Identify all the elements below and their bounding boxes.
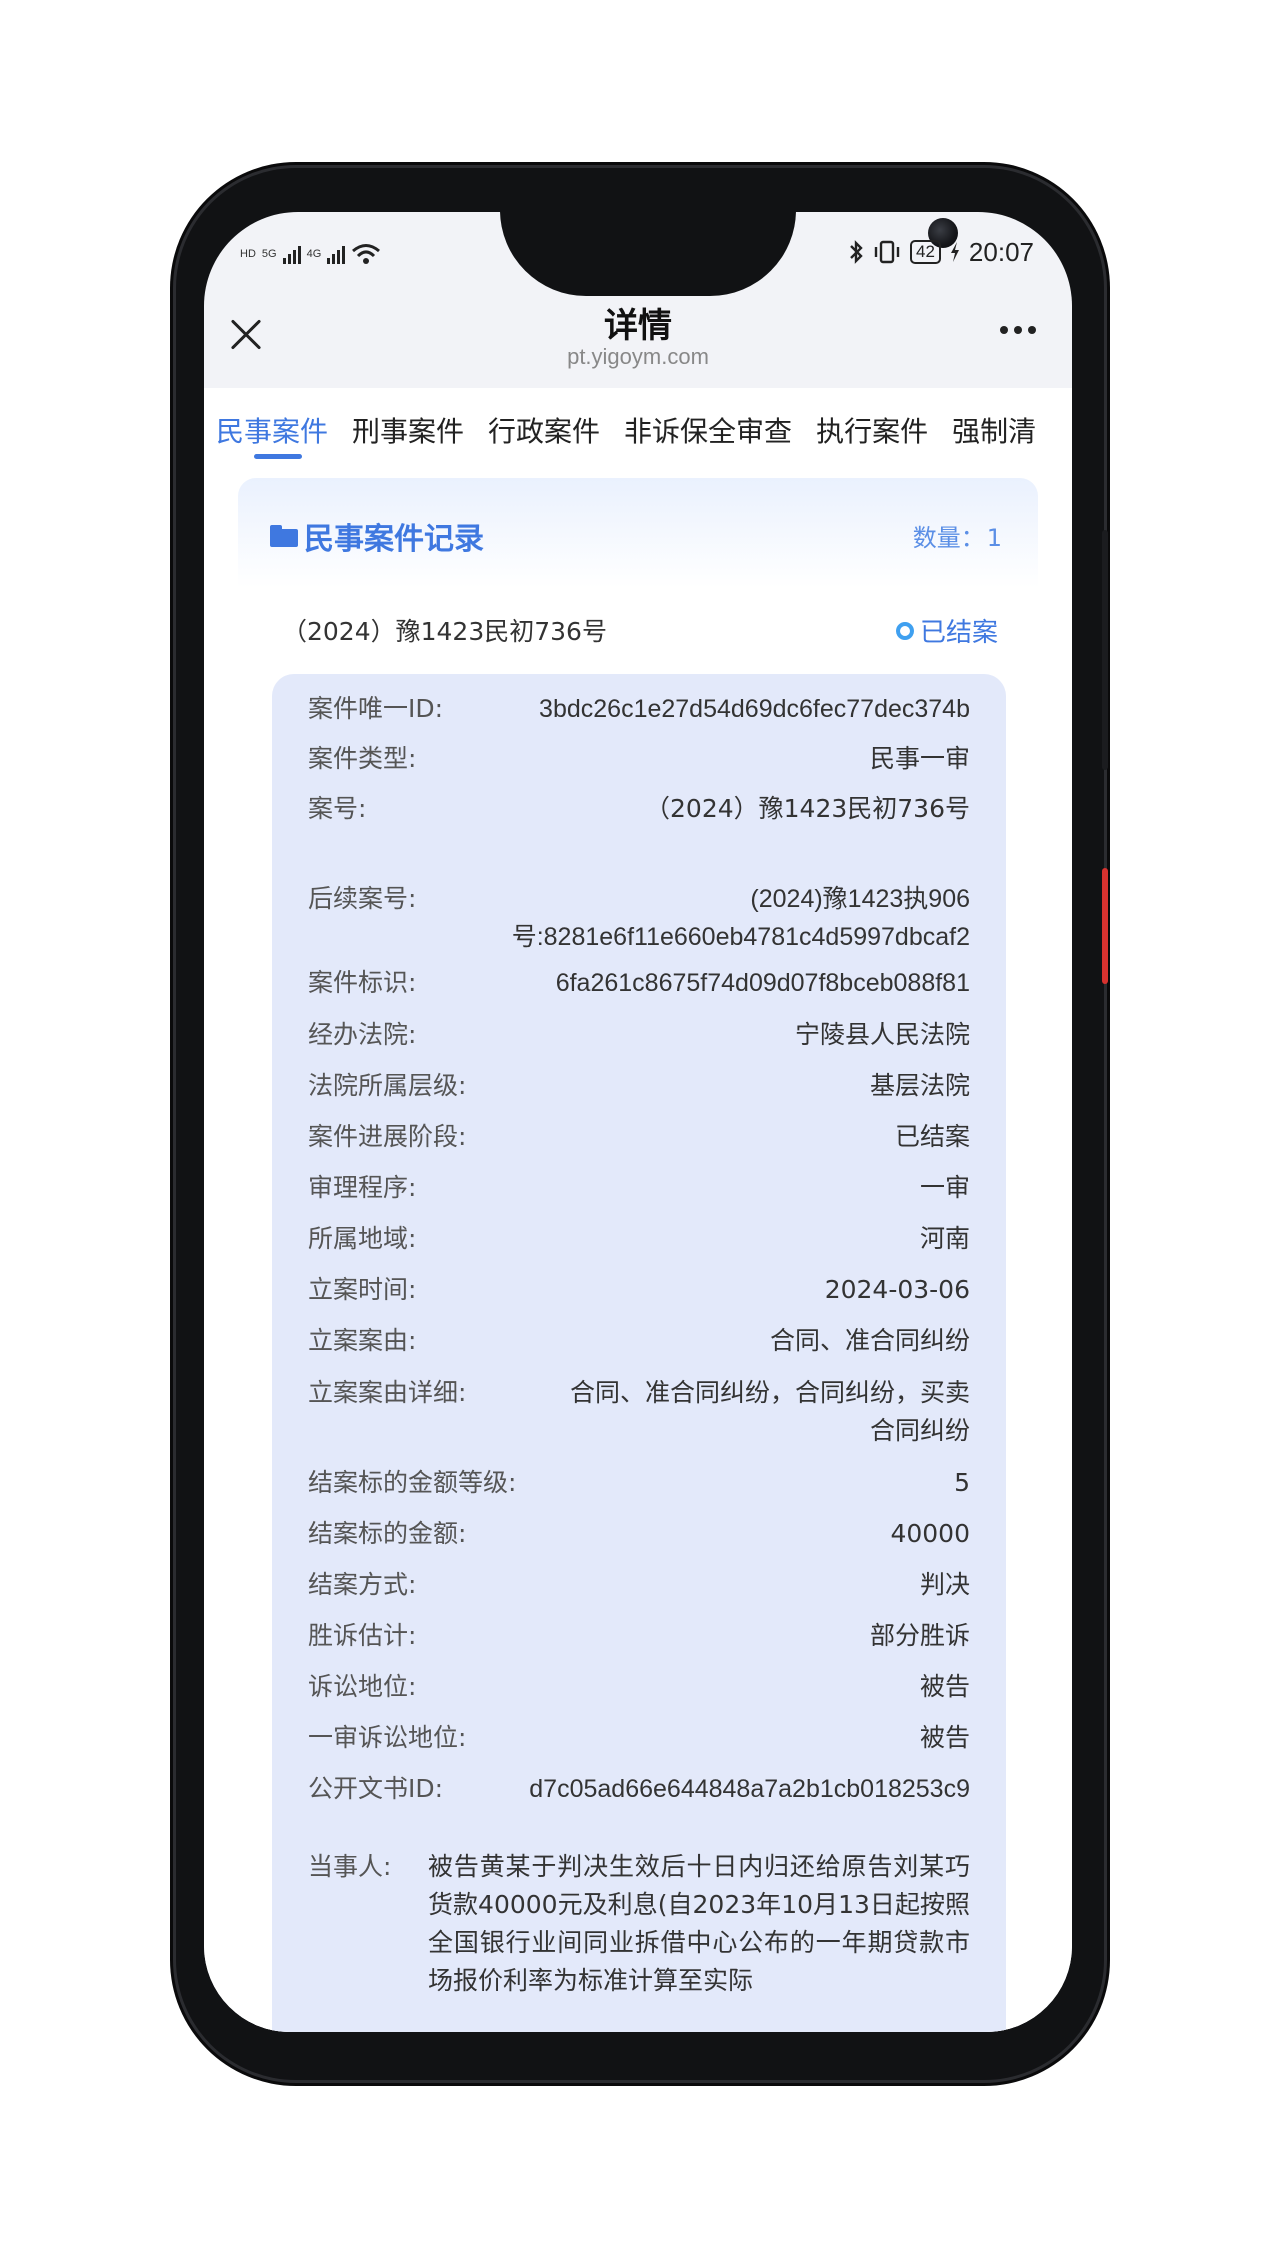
detail-row: 后续案号: (2024)豫1423执906号:8281e6f11e660eb478… bbox=[308, 884, 970, 951]
detail-row: 结案标的金额: 40000 bbox=[308, 1519, 970, 1548]
tab-administrative[interactable]: 行政案件 bbox=[488, 410, 600, 450]
detail-row: 审理程序: 一审 bbox=[308, 1173, 970, 1202]
detail-row: 立案案由详细: 合同、准合同纠纷，合同纠纷，买卖合同纠纷 bbox=[308, 1378, 971, 1445]
detail-row: 经办法院: 宁陵县人民法院 bbox=[308, 1020, 970, 1049]
case-record-card: 民事案件记录 数量：1 （2024）豫1423民初736号 已结案 案件唯一ID… bbox=[238, 478, 1038, 2032]
folder-icon bbox=[270, 525, 298, 547]
card-title: 民事案件记录 bbox=[304, 522, 484, 557]
detail-row: 结案标的金额等级: 5 bbox=[308, 1468, 970, 1497]
detail-row: 案件标识: 6fa261c8675f74d09d07f8bceb088f81 bbox=[308, 968, 970, 997]
more-icon[interactable] bbox=[1000, 326, 1036, 334]
detail-row: 立案案由: 合同、准合同纠纷 bbox=[308, 1326, 970, 1355]
detail-row: 法院所属层级: 基层法院 bbox=[308, 1071, 970, 1100]
detail-row: 案号: （2024）豫1423民初736号 bbox=[308, 794, 970, 823]
detail-row: 一审诉讼地位: 被告 bbox=[308, 1723, 970, 1752]
tab-criminal[interactable]: 刑事案件 bbox=[352, 410, 464, 450]
4g-tag: 4G bbox=[306, 248, 322, 260]
tab-compulsory[interactable]: 强制清 bbox=[952, 410, 1036, 450]
tab-bar: 民事案件 刑事案件 行政案件 非诉保全审查 执行案件 强制清 bbox=[204, 388, 1072, 468]
signal-icon-2 bbox=[327, 244, 346, 264]
main-content: 民事案件记录 数量：1 （2024）豫1423民初736号 已结案 案件唯一ID… bbox=[204, 468, 1072, 2032]
detail-row: 诉讼地位: 被告 bbox=[308, 1672, 970, 1701]
record-count: 数量：1 bbox=[912, 524, 1002, 552]
tab-enforcement[interactable]: 执行案件 bbox=[816, 410, 928, 450]
app-header: 详情 pt.yigoym.com bbox=[204, 292, 1072, 388]
detail-row: 案件类型: 民事一审 bbox=[308, 744, 970, 773]
detail-row: 案件进展阶段: 已结案 bbox=[308, 1122, 970, 1151]
status-bar-right: 42 20:07 bbox=[848, 230, 1034, 274]
clock: 20:07 bbox=[968, 236, 1034, 267]
tab-civil[interactable]: 民事案件 bbox=[216, 410, 328, 450]
5g-tag: 5G bbox=[261, 248, 277, 260]
battery-icon: 42 bbox=[910, 240, 941, 264]
tab-preservation-review[interactable]: 非诉保全审查 bbox=[624, 410, 792, 450]
vibrate-icon bbox=[874, 240, 900, 264]
page-domain: pt.yigoym.com bbox=[567, 344, 709, 369]
charging-icon bbox=[950, 242, 959, 262]
case-status-badge: 已结案 bbox=[895, 612, 998, 649]
side-button bbox=[1102, 530, 1108, 770]
status-bar-left: HD 5G 4G bbox=[240, 234, 381, 274]
phone-screen: HD 5G 4G 42 20:07 详情 pt.yigoym.com 民事案件 … bbox=[204, 212, 1072, 2032]
detail-row: 所属地域: 河南 bbox=[308, 1224, 970, 1253]
detail-row: 结案方式: 判决 bbox=[308, 1570, 970, 1599]
status-ring-icon bbox=[895, 621, 914, 640]
detail-row: 立案时间: 2024-03-06 bbox=[308, 1275, 970, 1304]
detail-row: 公开文书ID: d7c05ad66e644848a7a2b1cb018253c9 bbox=[308, 1774, 970, 1803]
page-title: 详情 bbox=[604, 306, 672, 346]
active-tab-indicator bbox=[254, 454, 302, 459]
case-number: （2024）豫1423民初736号 bbox=[282, 617, 607, 646]
case-detail-panel: 案件唯一ID: 3bdc26c1e27d54d69dc6fec77dec374b … bbox=[272, 674, 1006, 2032]
signal-icon bbox=[282, 244, 301, 264]
notch bbox=[500, 212, 958, 296]
hd-tag: HD bbox=[240, 248, 256, 260]
wifi-icon bbox=[352, 244, 381, 264]
detail-row: 胜诉估计: 部分胜诉 bbox=[308, 1621, 970, 1650]
power-button bbox=[1102, 868, 1108, 984]
party-row: 当事人: 被告黄某于判决生效后十日内归还给原告刘某巧货款40000元及利息(自20… bbox=[308, 1852, 970, 1995]
detail-row: 案件唯一ID: 3bdc26c1e27d54d69dc6fec77dec374b bbox=[308, 694, 970, 723]
bluetooth-icon bbox=[850, 240, 863, 264]
